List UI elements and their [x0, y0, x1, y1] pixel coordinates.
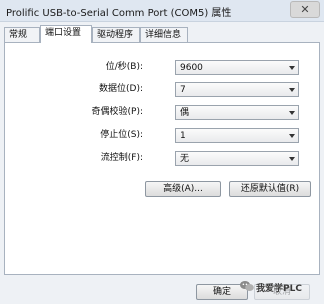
tab-driver[interactable]: 驱动程序 — [92, 27, 140, 42]
parity-select[interactable]: 偶 — [175, 105, 299, 120]
properties-window: Prolific USB-to-Serial Comm Port (COM5) … — [0, 0, 324, 304]
advanced-button[interactable]: 高级(A)... — [145, 181, 221, 197]
flow-control-select[interactable]: 无 — [175, 151, 299, 166]
stop-bits-select[interactable]: 1 — [175, 128, 299, 143]
stop-bits-value: 1 — [180, 131, 186, 141]
chevron-down-icon — [289, 157, 295, 161]
title-bar: Prolific USB-to-Serial Comm Port (COM5) … — [0, 0, 324, 22]
tab-port-settings[interactable]: 端口设置 — [40, 25, 92, 43]
chevron-down-icon — [289, 134, 295, 138]
flow-control-label: 流控制(F): — [100, 153, 143, 163]
baud-value: 9600 — [180, 63, 203, 73]
chevron-down-icon — [289, 66, 295, 70]
close-button[interactable]: ✕ — [290, 1, 320, 18]
chevron-down-icon — [289, 88, 295, 92]
parity-value: 偶 — [180, 108, 190, 118]
data-bits-label: 数据位(D): — [99, 84, 143, 94]
tab-general[interactable]: 常规 — [4, 27, 40, 42]
close-icon: ✕ — [300, 3, 310, 16]
chevron-down-icon — [289, 111, 295, 115]
baud-select[interactable]: 9600 — [175, 60, 299, 75]
stop-bits-label: 停止位(S): — [100, 130, 143, 140]
restore-defaults-button[interactable]: 还原默认值(R) — [229, 181, 311, 197]
flow-control-value: 无 — [180, 154, 190, 164]
tab-bar: 常规 端口设置 驱动程序 详细信息 — [4, 25, 320, 43]
watermark-text: 我爱学PLC — [256, 284, 302, 294]
data-bits-value: 7 — [180, 85, 186, 95]
window-title: Prolific USB-to-Serial Comm Port (COM5) … — [6, 8, 232, 19]
port-settings-panel: 位/秒(B): 9600 数据位(D): 7 奇偶校验(P): 偶 停止位(S)… — [4, 42, 320, 275]
data-bits-select[interactable]: 7 — [175, 82, 299, 97]
parity-label: 奇偶校验(P): — [91, 107, 143, 117]
baud-label: 位/秒(B): — [105, 62, 143, 72]
tab-details[interactable]: 详细信息 — [140, 27, 188, 42]
wechat-icon — [240, 281, 254, 291]
